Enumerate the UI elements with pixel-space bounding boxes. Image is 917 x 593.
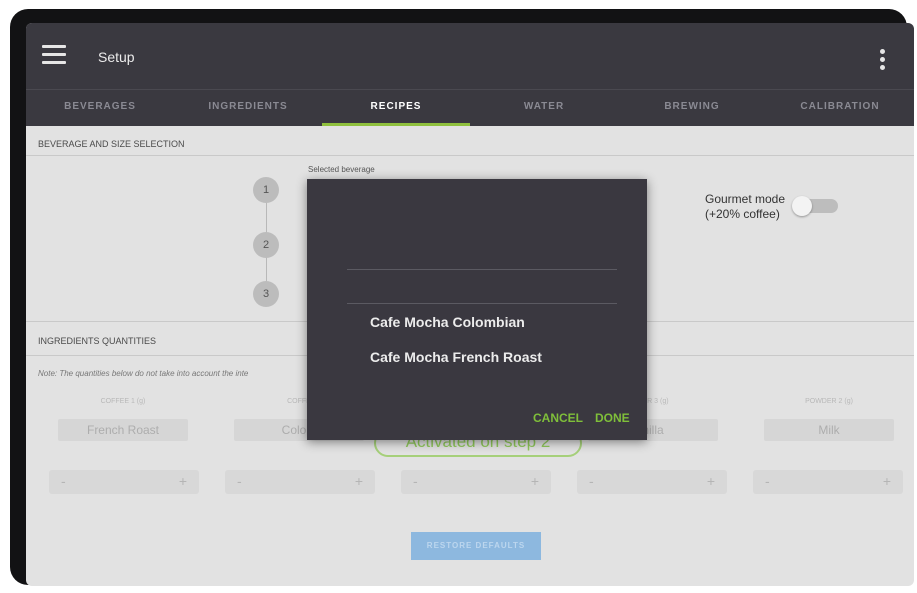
increment-button[interactable]: + — [707, 473, 715, 489]
gourmet-mode-label: Gourmet mode (+20% coffee) — [705, 192, 785, 222]
page-title: Setup — [98, 49, 135, 65]
ingredient-select[interactable]: French Roast — [58, 419, 188, 441]
decrement-button[interactable]: - — [765, 473, 770, 489]
cancel-button[interactable]: CANCEL — [533, 411, 583, 425]
increment-button[interactable]: + — [531, 473, 539, 489]
toggle-thumb — [792, 196, 812, 216]
increment-button[interactable]: + — [883, 473, 891, 489]
beverage-option[interactable]: Cafe Mocha Colombian — [370, 314, 525, 330]
hamburger-menu-icon[interactable] — [42, 45, 66, 64]
selected-beverage-label: Selected beverage — [308, 165, 375, 174]
quantities-note: Note: The quantities below do not take i… — [38, 369, 249, 378]
beverage-select-dialog: Cafe Mocha Colombian Cafe Mocha French R… — [307, 179, 647, 440]
dialog-divider — [347, 269, 617, 270]
app-screen: Setup BEVERAGES INGREDIENTS RECIPES WATE… — [26, 23, 914, 586]
gourmet-mode-title: Gourmet mode — [705, 192, 786, 206]
tab-calibration[interactable]: CALIBRATION — [766, 90, 914, 126]
increment-button[interactable]: + — [355, 473, 363, 489]
tab-ingredients[interactable]: INGREDIENTS — [174, 90, 322, 126]
tablet-frame: Setup BEVERAGES INGREDIENTS RECIPES WATE… — [10, 9, 914, 586]
decrement-button[interactable]: - — [589, 473, 594, 489]
tab-bar: BEVERAGES INGREDIENTS RECIPES WATER BREW… — [26, 89, 914, 126]
quantity-stepper: - + — [225, 470, 375, 494]
quantity-stepper: - + — [577, 470, 727, 494]
tab-water[interactable]: WATER — [470, 90, 618, 126]
increment-button[interactable]: + — [179, 473, 187, 489]
quantity-stepper: - + — [401, 470, 551, 494]
quantity-stepper: - + — [49, 470, 199, 494]
column-label: COFFEE 1 (g) — [100, 398, 146, 405]
more-vertical-icon[interactable] — [880, 49, 886, 73]
app-bar: Setup — [26, 23, 914, 89]
step-3[interactable]: 3 — [253, 281, 279, 307]
done-button[interactable]: DONE — [595, 411, 630, 425]
step-1[interactable]: 1 — [253, 177, 279, 203]
tab-recipes[interactable]: RECIPES — [322, 90, 470, 126]
gourmet-mode-subtitle: (+20% coffee) — [705, 207, 780, 221]
tab-beverages[interactable]: BEVERAGES — [26, 90, 174, 126]
tab-brewing[interactable]: BREWING — [618, 90, 766, 126]
section-divider — [26, 155, 914, 156]
decrement-button[interactable]: - — [413, 473, 418, 489]
quantity-stepper: - + — [753, 470, 903, 494]
dialog-divider — [347, 303, 617, 304]
step-2[interactable]: 2 — [253, 232, 279, 258]
column-label: POWDER 2 (g) — [805, 398, 853, 405]
gourmet-mode-toggle[interactable] — [792, 196, 838, 216]
restore-defaults-button[interactable]: RESTORE DEFAULTS — [411, 532, 541, 560]
beverage-section-heading: BEVERAGE AND SIZE SELECTION — [38, 139, 185, 149]
decrement-button[interactable]: - — [61, 473, 66, 489]
beverage-option[interactable]: Cafe Mocha French Roast — [370, 349, 542, 365]
decrement-button[interactable]: - — [237, 473, 242, 489]
ingredients-section-heading: INGREDIENTS QUANTITIES — [38, 336, 157, 346]
ingredient-select[interactable]: Milk — [764, 419, 894, 441]
